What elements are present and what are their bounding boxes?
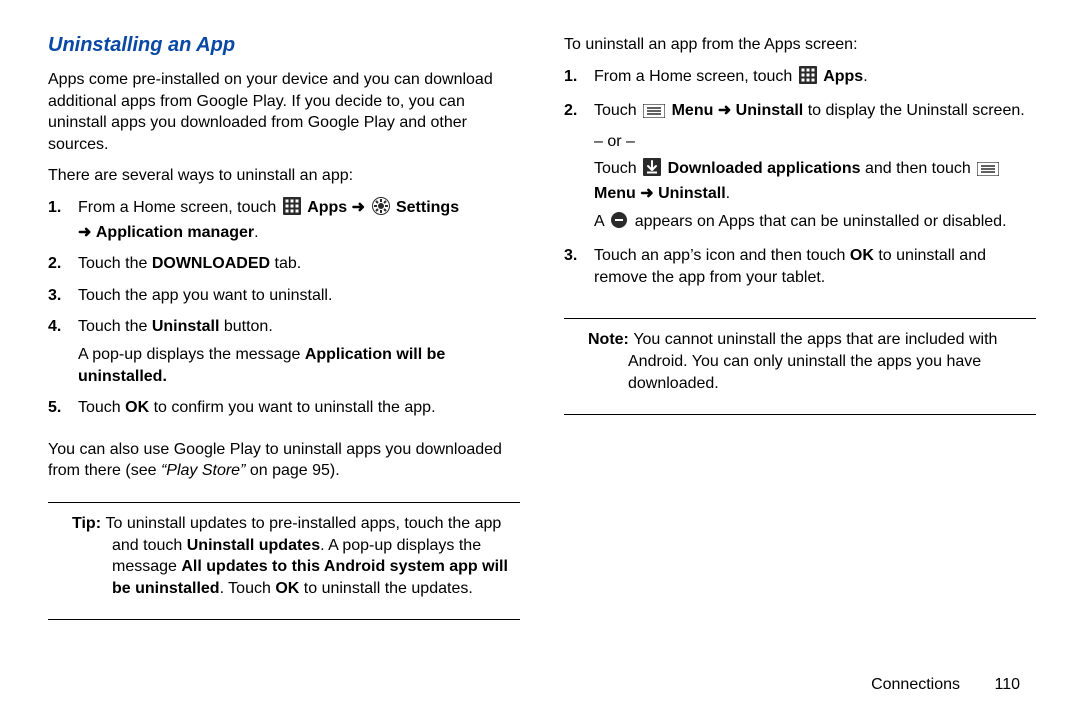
appmanager-label: Application manager <box>96 224 254 241</box>
ok-label: OK <box>125 399 149 416</box>
or-text: – or – <box>594 131 1036 153</box>
arrow-icon: ➜ <box>640 185 653 202</box>
step-text: From a Home screen, touch <box>78 199 281 216</box>
step-text: to confirm you want to uninstall the app… <box>149 399 435 416</box>
lead-paragraph: There are several ways to uninstall an a… <box>48 165 520 187</box>
left-column: Uninstalling an App Apps come pre-instal… <box>48 34 542 696</box>
step-2: 2. Touch the DOWNLOADED tab. <box>78 253 520 275</box>
lead-paragraph: To uninstall an app from the Apps screen… <box>564 34 1036 56</box>
step-text: button. <box>219 318 272 335</box>
step-text: Touch an app’s icon and then touch <box>594 247 850 264</box>
arrow-icon: ➜ <box>78 224 91 241</box>
step-text: From a Home screen, touch <box>594 68 797 85</box>
step-text: tab. <box>270 255 301 272</box>
step-subtext: Touch Downloaded applications and then t… <box>594 158 1036 204</box>
step-text: Touch <box>78 399 125 416</box>
manual-page: Uninstalling an App Apps come pre-instal… <box>0 0 1080 720</box>
tip-block: Tip: To uninstall updates to pre-install… <box>48 513 520 609</box>
note-text: Note: You cannot uninstall the apps that… <box>588 329 1036 394</box>
menu-label: Menu <box>672 102 718 119</box>
page-footer: Connections 110 <box>871 676 1020 694</box>
step-3: 3. Touch the app you want to uninstall. <box>78 285 520 307</box>
section-heading: Uninstalling an App <box>48 34 520 57</box>
step-5: 5. Touch OK to confirm you want to unins… <box>78 397 520 419</box>
intro-paragraph: Apps come pre-installed on your device a… <box>48 69 520 155</box>
step-text: Touch the <box>78 255 152 272</box>
tip-text: Tip: To uninstall updates to pre-install… <box>72 513 520 599</box>
settings-gear-icon <box>372 197 390 222</box>
step-2: 2. Touch Menu ➜ Uninstall to display the… <box>594 100 1036 235</box>
divider <box>564 414 1036 415</box>
menu-icon <box>977 161 999 183</box>
step-3: 3. Touch an app’s icon and then touch OK… <box>594 245 1036 288</box>
step-text: Touch the app you want to uninstall. <box>78 287 332 304</box>
step-text: Touch the <box>78 318 152 335</box>
divider <box>564 318 1036 319</box>
steps-list: 1. From a Home screen, touch Apps. 2. To… <box>564 66 1036 299</box>
apps-grid-icon <box>799 66 817 91</box>
note-block: Note: You cannot uninstall the apps that… <box>564 329 1036 404</box>
menu-icon <box>643 103 665 125</box>
step-1: 1. From a Home screen, touch Apps ➜ Sett… <box>78 197 520 243</box>
arrow-icon: ➜ <box>718 102 731 119</box>
download-arrow-icon <box>643 158 661 183</box>
step-4: 4. Touch the Uninstall button. A pop-up … <box>78 316 520 387</box>
page-number: 110 <box>994 676 1020 694</box>
disable-badge-icon <box>610 211 628 236</box>
apps-label: Apps <box>307 199 351 216</box>
after-paragraph: You can also use Google Play to uninstal… <box>48 439 520 482</box>
steps-list: 1. From a Home screen, touch Apps ➜ Sett… <box>48 197 520 429</box>
apps-label: Apps <box>823 68 863 85</box>
uninstall-label: Uninstall <box>152 318 220 335</box>
uninstall-label: Uninstall <box>658 185 726 202</box>
step-subtext: A appears on Apps that can be uninstalle… <box>594 211 1036 236</box>
right-column: To uninstall an app from the Apps screen… <box>542 34 1036 696</box>
step-text: Touch <box>594 102 641 119</box>
step-1: 1. From a Home screen, touch Apps. <box>594 66 1036 91</box>
divider <box>48 502 520 503</box>
arrow-icon: ➜ <box>352 199 365 216</box>
settings-label: Settings <box>396 199 459 216</box>
apps-grid-icon <box>283 197 301 222</box>
uninstall-label: Uninstall <box>736 102 804 119</box>
footer-section: Connections <box>871 676 960 693</box>
downloaded-label: DOWNLOADED <box>152 255 270 272</box>
divider <box>48 619 520 620</box>
step-subtext: A pop-up displays the message Applicatio… <box>78 344 520 387</box>
menu-label: Menu <box>594 185 640 202</box>
downloaded-apps-label: Downloaded applications <box>668 160 861 177</box>
ok-label: OK <box>850 247 874 264</box>
